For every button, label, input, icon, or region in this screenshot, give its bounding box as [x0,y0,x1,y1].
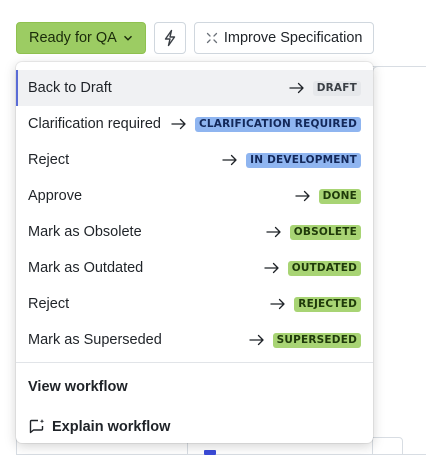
status-badge: OBSOLETE [289,224,361,240]
status-dropdown-button[interactable]: Ready for QA [16,22,146,54]
chevron-down-icon [123,35,132,41]
arrow-right-icon [294,190,310,202]
chat-sparkle-icon [29,419,45,434]
arrow-right-icon [222,154,237,166]
status-badge: DONE [318,188,361,204]
explain-workflow-item[interactable]: Explain workflow [16,407,373,447]
transition-item[interactable]: Reject REJECTED [16,286,373,322]
view-workflow-item[interactable]: View workflow [16,367,373,407]
status-badge: DRAFT [312,80,361,96]
transition-label: Approve [28,188,83,204]
transition-label: Clarification required [28,116,161,132]
transition-label: Mark as Outdated [28,260,144,276]
status-badge: REJECTED [294,296,361,312]
transition-item[interactable]: Mark as Outdated OUTDATED [16,250,373,286]
arrow-right-icon [248,334,264,346]
transition-label: Mark as Obsolete [28,224,142,240]
improve-specification-button[interactable]: Improve Specification [193,22,375,54]
side-panel [372,66,426,455]
arrow-right-icon [171,118,186,130]
transition-menu: Back to Draft DRAFT Clarification required… [16,62,373,443]
transition-label: Reject [28,296,70,312]
transition-item[interactable]: Approve DONE [16,178,373,214]
checkbox-fragment [204,450,216,455]
status-badge: SUPERSEDED [272,332,361,348]
transition-label: Reject [28,152,70,168]
transition-label: Back to Draft [28,80,112,96]
arrow-right-icon [266,226,281,238]
arrow-right-icon [264,262,279,274]
sparkle-icon [206,32,217,44]
automation-button[interactable] [153,22,186,54]
transition-item[interactable]: Clarification required CLARIFICATION REQU… [16,106,373,142]
improve-label: Improve Specification [223,30,363,46]
arrow-right-icon [289,82,304,94]
transition-item[interactable]: Back to Draft DRAFT [16,70,373,106]
transition-label: Mark as Superseded [28,332,162,348]
status-badge: OUTDATED [287,260,361,276]
issue-toolbar: Ready for QA Improve Specification [16,22,375,54]
arrow-right-icon [270,298,285,310]
status-badge: CLARIFICATION REQUIRED [194,116,361,132]
transition-item[interactable]: Mark as Obsolete OBSOLETE [16,214,373,250]
menu-divider [16,362,373,363]
transition-item[interactable]: Mark as Superseded SUPERSEDED [16,322,373,358]
status-label: Ready for QA [29,30,117,46]
transition-item[interactable]: Reject IN DEVELOPMENT [16,142,373,178]
status-badge: IN DEVELOPMENT [246,152,361,168]
view-workflow-label: View workflow [28,379,128,395]
transition-list: Back to Draft DRAFT Clarification required… [16,70,373,358]
lightning-icon [164,29,176,47]
explain-workflow-label: Explain workflow [52,419,171,435]
